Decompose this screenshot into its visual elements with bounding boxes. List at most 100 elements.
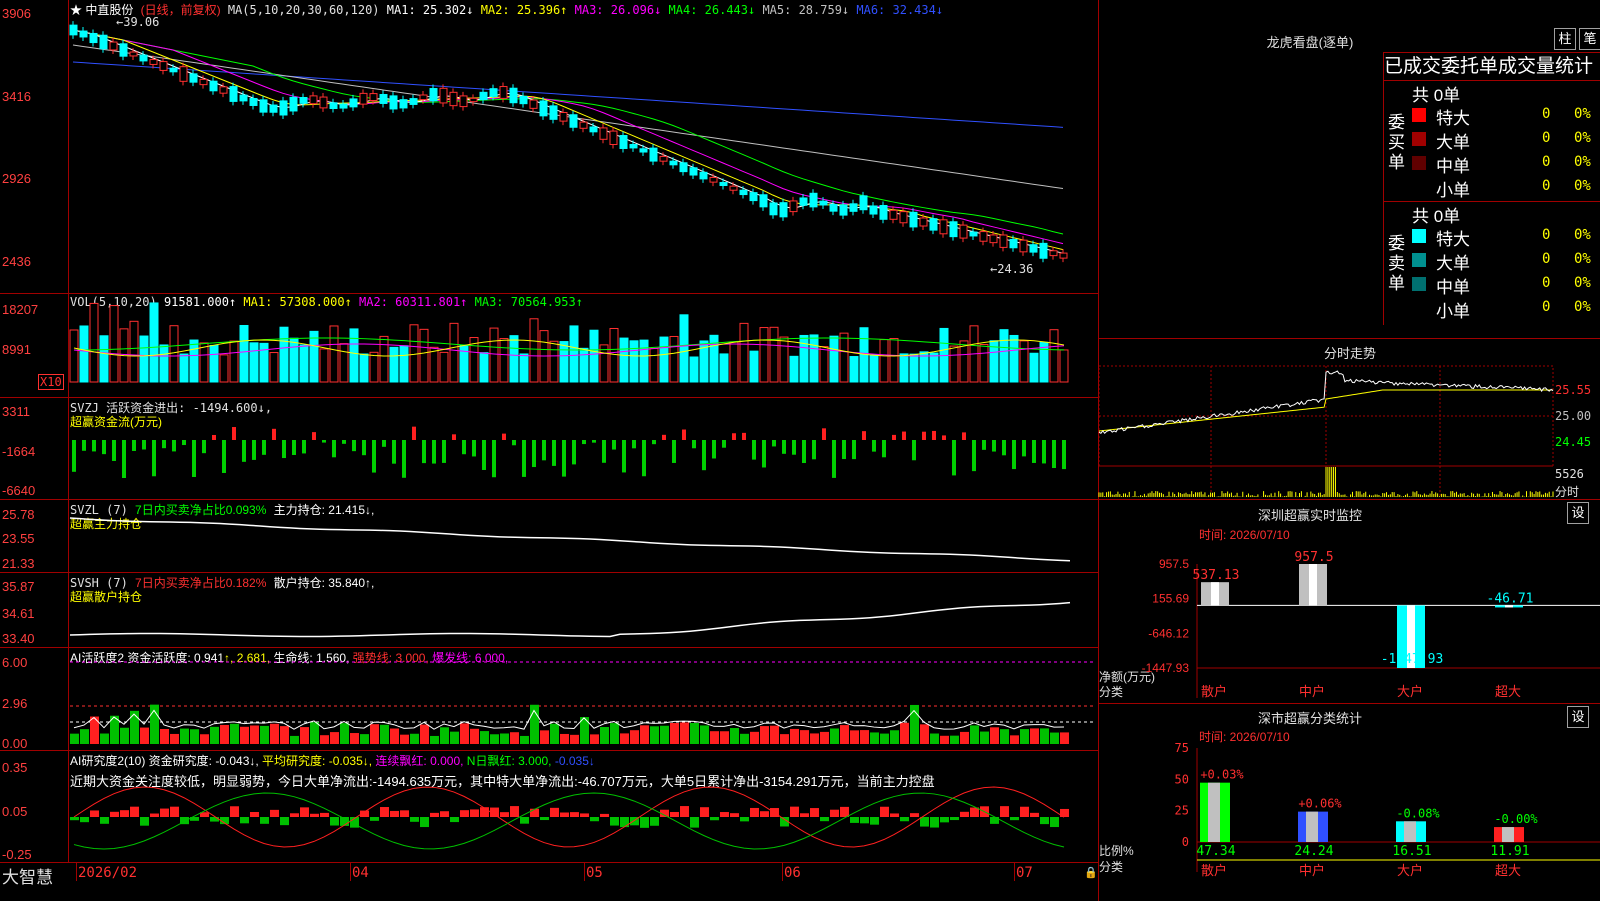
monitor-category-label: 超大 (1495, 684, 1521, 699)
volume-bar (979, 343, 989, 383)
ai-activity-panel[interactable]: AI活跃度2 资金活跃度: 0.941↑, 2.681, 生命线: 1.560,… (0, 647, 1098, 751)
volume-bar (339, 343, 349, 383)
flow-bar-positive (862, 431, 866, 440)
research-bar (690, 817, 699, 828)
activity-bar (800, 730, 809, 744)
research-bar (390, 810, 399, 817)
research-bar (640, 817, 649, 828)
volume-bar (1019, 340, 1029, 383)
stats-value-label: 24.24 (1294, 844, 1333, 859)
volume-bar (619, 337, 629, 383)
volume-bar (999, 329, 1009, 383)
research-bar (650, 817, 659, 826)
vol-panel[interactable]: VOL(5,10,20) 91581.000↑ MA1: 57308.000↑ … (0, 293, 1098, 398)
volume-bar (929, 352, 939, 383)
research-bar (420, 817, 429, 828)
bar-mode-button[interactable]: 柱 (1554, 28, 1576, 50)
kline-panel[interactable]: ★ 中直股份 (日线，前复权) MA(5,10,20,30,60,120) MA… (0, 0, 1098, 293)
research-bar (820, 817, 829, 822)
research-bar (940, 817, 949, 823)
activity-bar (160, 728, 169, 744)
flow-bar-positive (212, 434, 216, 440)
activity-bar (960, 731, 969, 744)
candle-body (329, 102, 338, 109)
retail-holding-line[interactable] (69, 583, 1096, 645)
axis-divider (68, 751, 69, 863)
buy-row-count: 0 (1542, 178, 1551, 194)
app-logo[interactable]: 大智慧 (2, 863, 53, 888)
activity-bar (340, 723, 349, 744)
candle-body (759, 194, 768, 208)
flow-bar-negative (802, 440, 806, 464)
tick-mode-button[interactable]: 笔 (1579, 28, 1600, 50)
svzl-panel[interactable]: SVZL (7) 7日内买卖净占比0.093% 主力持仓: 21.415↓, 超… (0, 499, 1098, 573)
activity-bar (250, 725, 259, 744)
flow-bar-negative (72, 440, 76, 472)
activity-bar (1020, 729, 1029, 744)
candle-body (379, 94, 388, 104)
x-axis-label-0: 2026/02 (78, 865, 138, 881)
stats-change-label: -0.00% (1494, 812, 1538, 826)
intraday-panel[interactable]: 分时走势 25.55 25.00 24.45 5526 分时 (1098, 338, 1600, 499)
research-bar (270, 809, 279, 817)
activity-bar-chart[interactable] (70, 661, 1096, 750)
volume-bar (739, 322, 749, 383)
volume-bar (419, 328, 429, 383)
buy-total: 共 0单 (1412, 86, 1461, 105)
activity-bar (730, 728, 739, 744)
vol-unit-badge[interactable]: X10 (38, 374, 64, 390)
volume-bar (319, 348, 329, 383)
intraday-chart[interactable] (1098, 363, 1554, 499)
monitor-bar-chart[interactable]: 957.5 155.69 -646.12 -1447.93 537.13 散户 957.5 中… (1099, 500, 1600, 704)
realtime-monitor-panel[interactable]: 深圳超赢实时监控 设 时间: 2026/07/10 净额(万元) 分类 957.… (1098, 499, 1600, 704)
candlestick-chart[interactable] (69, 10, 1096, 290)
research-bar (870, 817, 879, 825)
flow-bar-negative (582, 440, 586, 445)
kline-y-label-0: 3906 (2, 6, 31, 21)
svzj-panel[interactable]: SVZJ 活跃资金进出: -1494.600↓, 超赢资金流(万元) 3311 … (0, 397, 1098, 500)
research-bar (120, 810, 129, 817)
flow-bar-positive (732, 433, 736, 440)
candle-body (769, 202, 778, 216)
candle-body (719, 181, 728, 187)
flow-bar-positive (742, 432, 746, 440)
candle-body (119, 43, 128, 57)
flow-bar-negative (442, 440, 446, 463)
research-bar (110, 811, 119, 817)
stats-value-label: 47.34 (1196, 844, 1235, 859)
volume-chart[interactable] (69, 302, 1096, 396)
research-bar (720, 812, 729, 817)
sell-row-label: 大单 (1436, 254, 1470, 273)
activity-bar (1010, 735, 1019, 744)
volume-bar (879, 339, 889, 383)
flow-bar-positive (682, 429, 686, 440)
dragon-tiger-panel[interactable]: 龙虎看盘(逐单) 柱 笔 已成交委托单成交量统计 委买单 共 0单 特大 0 0% 大… (1098, 0, 1600, 344)
lock-icon[interactable]: 🔒 (1084, 866, 1098, 879)
volume-bar (839, 332, 849, 383)
activity-bar (740, 733, 749, 744)
volume-bar (849, 356, 859, 383)
research-chart[interactable] (70, 781, 1096, 861)
ai-research-panel[interactable]: AI研究度2(10) 资金研究度: -0.043↓, 平均研究度: -0.035… (0, 750, 1098, 863)
flow-bar-negative (102, 440, 106, 455)
research-bar (900, 817, 909, 822)
candle-body (529, 99, 538, 109)
research-bar (90, 810, 99, 817)
volume-bar (759, 327, 769, 383)
candle-body (339, 103, 348, 109)
activity-bar (930, 733, 939, 744)
classification-stats-panel[interactable]: 深市超赢分类统计 设 时间: 2026/07/10 比例% 分类 75 50 25 0… (1098, 703, 1600, 901)
fund-flow-chart[interactable] (70, 408, 1096, 498)
activity-bar (810, 733, 819, 744)
activity-bar (280, 726, 289, 744)
candle-body (99, 34, 108, 50)
buy-row-label: 小单 (1436, 181, 1470, 200)
candle-body (89, 32, 98, 44)
stats-bar-chart[interactable]: 75 50 25 0 +0.03% 47.34 散户 +0.06% 24.24 中户 -0.08% 1… (1099, 704, 1600, 901)
main-holding-line[interactable] (69, 510, 1096, 570)
flow-bar-negative (652, 440, 656, 445)
volume-bar (449, 322, 459, 383)
flow-bar-negative (552, 440, 556, 466)
svsh-panel[interactable]: SVSH (7) 7日内买卖净占比0.182% 散户持仓: 35.840↑, 超… (0, 572, 1098, 648)
volume-bar (1039, 341, 1049, 383)
